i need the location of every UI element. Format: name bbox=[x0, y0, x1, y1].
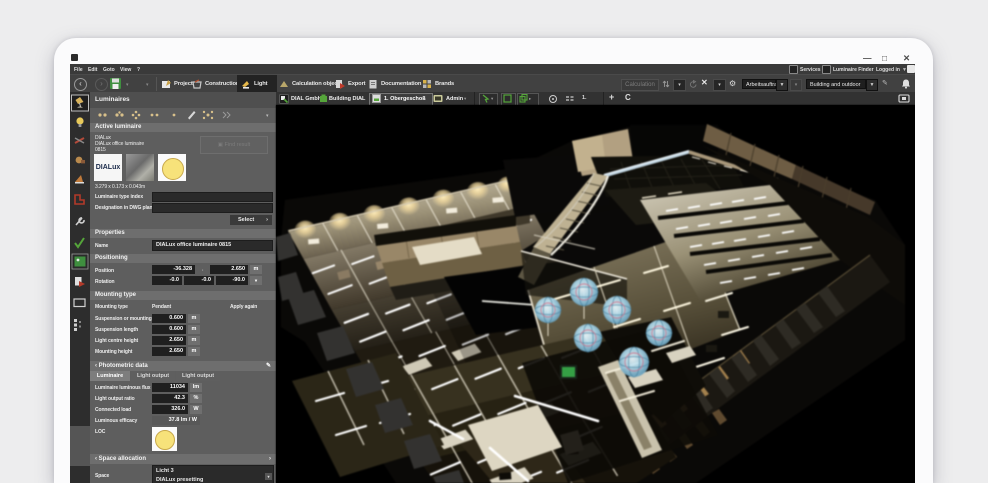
svg-text:▾: ▾ bbox=[266, 113, 269, 119]
